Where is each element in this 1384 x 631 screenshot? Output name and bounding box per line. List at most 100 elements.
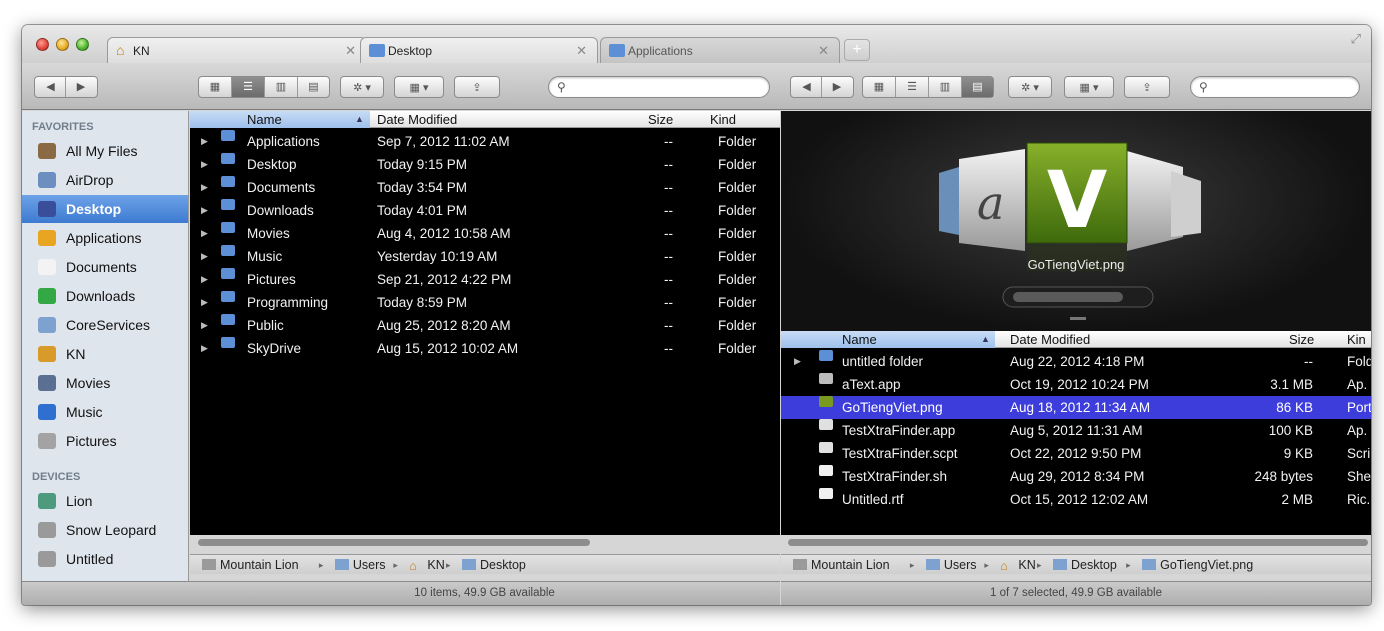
table-row[interactable]: ▶ Downloads Today 4:01 PM -- Folder [190, 199, 780, 222]
disclosure-triangle-icon[interactable]: ▶ [201, 314, 208, 337]
close-tab-icon[interactable]: ✕ [818, 43, 829, 59]
size-column-header[interactable]: Size [648, 111, 673, 128]
table-row[interactable]: TestXtraFinder.scpt Oct 22, 2012 9:50 PM 9… [781, 442, 1371, 465]
back-icon[interactable]: ◀ [792, 77, 822, 97]
search-field-right[interactable]: ⚲ [1190, 76, 1360, 98]
share-button[interactable]: ⇪ [454, 76, 500, 98]
sidebar-item-kn[interactable]: KN [22, 340, 188, 368]
table-row[interactable]: GoTiengViet.png Aug 18, 2012 11:34 AM 86 K… [781, 396, 1371, 419]
back-forward-control-right[interactable]: ◀ ▶ [790, 76, 854, 98]
sidebar-item-documents[interactable]: Documents [22, 253, 188, 281]
sidebar-item-airdrop[interactable]: AirDrop [22, 166, 188, 194]
sidebar-item-coreservices[interactable]: CoreServices [22, 311, 188, 339]
forward-icon[interactable]: ▶ [822, 77, 852, 97]
size-column-header[interactable]: Size [1289, 331, 1314, 348]
path-item[interactable]: Users [334, 555, 386, 575]
arrange-menu-button-right[interactable]: ▦ ▾ [1064, 76, 1114, 98]
date-column-header[interactable]: Date Modified [1010, 331, 1090, 348]
list-view-icon[interactable]: ☰ [232, 77, 265, 97]
table-row[interactable]: ▶ Programming Today 8:59 PM -- Folder [190, 291, 780, 314]
disclosure-triangle-icon[interactable]: ▶ [201, 130, 208, 153]
table-row[interactable]: ▶ Movies Aug 4, 2012 10:58 AM -- Folder [190, 222, 780, 245]
path-item[interactable]: GoTiengViet.png [1142, 555, 1253, 575]
zoom-window-button[interactable] [76, 38, 89, 51]
path-item[interactable]: ⌂ KN [1000, 555, 1035, 575]
close-window-button[interactable] [36, 38, 49, 51]
left-file-list[interactable]: Name ▲ Date Modified Size Kind ▶ Applicat… [190, 111, 780, 535]
sidebar-item-all-my-files[interactable]: All My Files [22, 137, 188, 165]
disclosure-triangle-icon[interactable]: ▶ [201, 176, 208, 199]
right-file-list[interactable]: Name ▲ Date Modified Size Kin ▶ untitled … [781, 331, 1371, 535]
table-row[interactable]: TestXtraFinder.sh Aug 29, 2012 8:34 PM 248… [781, 465, 1371, 488]
back-icon[interactable]: ◀ [36, 77, 66, 97]
view-mode-control[interactable]: ▦ ☰ ▥ ▤ [198, 76, 330, 98]
fullscreen-icon[interactable]: ⤢ [1351, 31, 1361, 47]
path-item[interactable]: ⌂ KN [409, 555, 444, 575]
table-row[interactable]: ▶ Documents Today 3:54 PM -- Folder [190, 176, 780, 199]
path-item[interactable]: Desktop [462, 555, 526, 575]
right-horizontal-scrollbar[interactable] [788, 539, 1368, 546]
table-row[interactable]: ▶ Public Aug 25, 2012 8:20 AM -- Folder [190, 314, 780, 337]
forward-icon[interactable]: ▶ [66, 77, 96, 97]
sidebar-item-snow-leopard[interactable]: Snow Leopard [22, 516, 188, 544]
date-column-header[interactable]: Date Modified [377, 111, 457, 128]
disclosure-triangle-icon[interactable]: ▶ [794, 350, 801, 373]
table-row[interactable]: ▶ Desktop Today 9:15 PM -- Folder [190, 153, 780, 176]
cover-flow-icon[interactable]: ▤ [298, 77, 329, 97]
share-button-right[interactable]: ⇪ [1124, 76, 1170, 98]
sidebar-item-desktop[interactable]: Desktop [22, 195, 188, 223]
sidebar-item-pictures[interactable]: Pictures [22, 427, 188, 455]
search-field-left[interactable]: ⚲ [548, 76, 770, 98]
cover-flow-preview[interactable]: a V GoTiengViet.png [781, 111, 1371, 331]
path-item[interactable]: Desktop [1053, 555, 1117, 575]
disclosure-triangle-icon[interactable]: ▶ [201, 199, 208, 222]
disclosure-triangle-icon[interactable]: ▶ [201, 268, 208, 291]
icon-view-icon[interactable]: ▦ [863, 77, 896, 97]
path-item[interactable]: Mountain Lion [202, 555, 299, 575]
action-menu-button-right[interactable]: ✲ ▾ [1008, 76, 1052, 98]
sidebar-item-lion[interactable]: Lion [22, 487, 188, 515]
table-row[interactable]: ▶ SkyDrive Aug 15, 2012 10:02 AM -- Folder [190, 337, 780, 360]
arrange-menu-button[interactable]: ▦ ▾ [394, 76, 444, 98]
table-row[interactable]: aText.app Oct 19, 2012 10:24 PM 3.1 MB Ap. [781, 373, 1371, 396]
sidebar-item-applications[interactable]: Applications [22, 224, 188, 252]
cover-flow-scrubber-thumb[interactable] [1013, 292, 1123, 302]
add-tab-button[interactable]: + [844, 39, 870, 61]
table-row[interactable]: Untitled.rtf Oct 15, 2012 12:02 AM 2 MB Ric… [781, 488, 1371, 511]
back-forward-control[interactable]: ◀ ▶ [34, 76, 98, 98]
icon-view-icon[interactable]: ▦ [199, 77, 232, 97]
name-column-header[interactable]: Name [190, 111, 370, 128]
table-row[interactable]: ▶ untitled folder Aug 22, 2012 4:18 PM -- Fo… [781, 350, 1371, 373]
sidebar-item-untitled[interactable]: Untitled [22, 545, 188, 573]
table-row[interactable]: ▶ Pictures Sep 21, 2012 4:22 PM -- Folder [190, 268, 780, 291]
disclosure-triangle-icon[interactable]: ▶ [201, 245, 208, 268]
disclosure-triangle-icon[interactable]: ▶ [201, 337, 208, 360]
table-row[interactable]: TestXtraFinder.app Aug 5, 2012 11:31 AM 10… [781, 419, 1371, 442]
close-tab-icon[interactable]: ✕ [345, 43, 356, 59]
action-menu-button[interactable]: ✲ ▾ [340, 76, 384, 98]
path-item[interactable]: Users [925, 555, 977, 575]
minimize-window-button[interactable] [56, 38, 69, 51]
column-view-icon[interactable]: ▥ [265, 77, 298, 97]
cover-flow-icon[interactable]: ▤ [962, 77, 993, 97]
disclosure-triangle-icon[interactable]: ▶ [201, 291, 208, 314]
sidebar-item-movies[interactable]: Movies [22, 369, 188, 397]
sidebar-item-downloads[interactable]: Downloads [22, 282, 188, 310]
name-column-header[interactable]: Name [781, 331, 995, 348]
kind-column-header[interactable]: Kin [1347, 331, 1366, 348]
column-view-icon[interactable]: ▥ [929, 77, 962, 97]
table-row[interactable]: ▶ Music Yesterday 10:19 AM -- Folder [190, 245, 780, 268]
table-row[interactable]: ▶ Applications Sep 7, 2012 11:02 AM -- Folde… [190, 130, 780, 153]
sidebar-item-music[interactable]: Music [22, 398, 188, 426]
kind-column-header[interactable]: Kind [710, 111, 736, 128]
view-mode-control-right[interactable]: ▦ ☰ ▥ ▤ [862, 76, 994, 98]
tab-applications[interactable]: Applications ✕ [600, 37, 840, 63]
disclosure-triangle-icon[interactable]: ▶ [201, 222, 208, 245]
cover-flow-resize-handle[interactable] [1070, 317, 1086, 320]
tab-desktop[interactable]: Desktop ✕ [360, 37, 598, 63]
tab-kn[interactable]: ⌂ KN ✕ [107, 37, 367, 63]
left-horizontal-scrollbar[interactable] [198, 539, 590, 546]
disclosure-triangle-icon[interactable]: ▶ [201, 153, 208, 176]
path-item[interactable]: Mountain Lion [793, 555, 890, 575]
close-tab-icon[interactable]: ✕ [576, 43, 587, 59]
